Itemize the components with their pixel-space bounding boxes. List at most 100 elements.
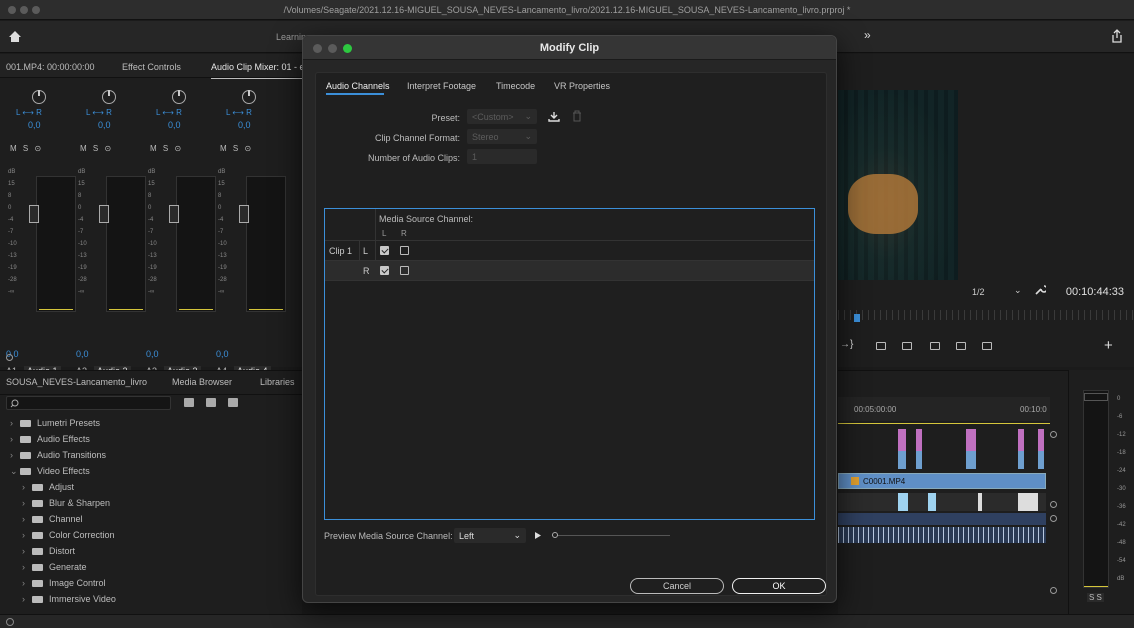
preview-scrub-track[interactable] <box>552 535 670 536</box>
fx-item-distort[interactable]: › Distort <box>22 546 75 556</box>
timeline-clip[interactable] <box>916 451 922 469</box>
pan-value[interactable]: 0,0 <box>168 120 181 130</box>
work-area-bar[interactable] <box>838 423 1050 424</box>
audio-clip[interactable] <box>978 493 982 511</box>
tab-timecode[interactable]: Timecode <box>496 81 535 91</box>
timeline-clip[interactable] <box>898 429 906 451</box>
fx-item-video-effects[interactable]: ⌄ Video Effects <box>10 466 90 477</box>
home-icon[interactable] <box>8 30 22 43</box>
audio-clip[interactable] <box>1018 493 1038 511</box>
save-preset-icon[interactable] <box>548 111 560 122</box>
solo-buttons[interactable]: S S <box>1087 593 1104 602</box>
program-time-ruler[interactable] <box>838 310 1134 320</box>
checkbox-r-to-l[interactable] <box>380 266 389 275</box>
cancel-button[interactable]: Cancel <box>630 578 724 594</box>
tab-project[interactable]: SOUSA_NEVES-Lancamento_livro <box>6 377 147 387</box>
fx-item-audio-transitions[interactable]: › Audio Transitions <box>10 450 106 460</box>
extract-icon[interactable] <box>902 342 912 350</box>
checkbox-r-to-r[interactable] <box>400 266 409 275</box>
timeline-clip[interactable] <box>1018 451 1024 469</box>
more-workspaces-button[interactable]: » <box>864 28 871 42</box>
audio-waveform[interactable] <box>838 527 1046 543</box>
fx-item-channel[interactable]: › Channel <box>22 514 83 524</box>
pan-value[interactable]: 0,0 <box>28 120 41 130</box>
fx-item-blur-sharpen[interactable]: › Blur & Sharpen <box>22 498 110 508</box>
fx-item-generate[interactable]: › Generate <box>22 562 87 572</box>
program-timecode[interactable]: 00:10:44:33 <box>1066 286 1124 298</box>
fx-item-image-control[interactable]: › Image Control <box>22 578 106 588</box>
scroll-handle[interactable] <box>6 354 13 361</box>
status-indicator-icon[interactable] <box>6 618 14 626</box>
resolution-select[interactable]: 1/2 <box>972 287 985 297</box>
audio-clip[interactable] <box>928 493 936 511</box>
checkbox-l-to-l[interactable] <box>380 246 389 255</box>
tab-vr-properties[interactable]: VR Properties <box>554 81 610 91</box>
accelerated-effects-icon[interactable] <box>184 398 194 407</box>
mixer-scrollbar[interactable] <box>6 354 296 362</box>
yuv-effects-icon[interactable] <box>228 398 238 407</box>
audio-clip[interactable] <box>898 493 908 511</box>
preview-channel-select[interactable]: Left ⌄ <box>454 528 526 543</box>
track-scroll-handle[interactable] <box>1050 501 1057 508</box>
volume-fader[interactable] <box>169 205 179 223</box>
pan-knob[interactable] <box>32 90 46 104</box>
pan-value[interactable]: 0,0 <box>238 120 251 130</box>
fx-item-audio-effects[interactable]: › Audio Effects <box>10 434 90 444</box>
ok-button[interactable]: OK <box>732 578 826 594</box>
checkbox-l-to-r[interactable] <box>400 246 409 255</box>
32bit-effects-icon[interactable] <box>206 398 216 407</box>
timeline-clip[interactable] <box>916 429 922 451</box>
play-icon[interactable] <box>534 531 542 540</box>
tab-media-browser[interactable]: Media Browser <box>172 377 232 387</box>
tab-audio-clip-mixer[interactable]: Audio Clip Mixer: 01 - ec <box>211 62 310 79</box>
pan-value[interactable]: 0,0 <box>98 120 111 130</box>
pan-knob[interactable] <box>242 90 256 104</box>
track-scroll-handle[interactable] <box>1050 515 1057 522</box>
fx-item-lumetri-presets[interactable]: › Lumetri Presets <box>10 418 100 428</box>
fx-item-immersive-video[interactable]: › Immersive Video <box>22 594 116 604</box>
audio-track-2[interactable] <box>838 513 1046 525</box>
volume-fader[interactable] <box>29 205 39 223</box>
timeline-clip[interactable] <box>1018 429 1024 451</box>
mute-solo-buttons[interactable]: M S ⊙ <box>80 144 113 153</box>
effects-search-input[interactable] <box>6 396 171 410</box>
timeline-clip[interactable] <box>1038 451 1044 469</box>
fx-item-color-correction[interactable]: › Color Correction <box>22 530 115 540</box>
playhead-marker[interactable] <box>854 314 860 322</box>
comparison-view-icon[interactable] <box>956 342 966 350</box>
tab-source[interactable]: 001.MP4: 00:00:00:00 <box>6 62 95 72</box>
wrench-icon[interactable] <box>1034 284 1046 296</box>
preview-scrub-handle[interactable] <box>552 532 558 538</box>
timeline-zoom-handle[interactable] <box>1050 587 1057 594</box>
tab-effect-controls[interactable]: Effect Controls <box>122 62 181 72</box>
delete-preset-icon[interactable] <box>572 110 582 122</box>
clip-channel-format-select[interactable]: Stereo ⌄ <box>467 129 537 144</box>
timeline-clip[interactable] <box>1038 429 1044 451</box>
tab-audio-channels[interactable]: Audio Channels <box>326 81 390 91</box>
pan-knob[interactable] <box>102 90 116 104</box>
mute-solo-buttons[interactable]: M S ⊙ <box>150 144 183 153</box>
pan-knob[interactable] <box>172 90 186 104</box>
fx-item-adjust[interactable]: › Adjust <box>22 482 74 492</box>
tab-libraries[interactable]: Libraries <box>260 377 295 387</box>
go-to-out-icon[interactable]: →} <box>840 339 853 350</box>
volume-fader[interactable] <box>99 205 109 223</box>
timeline-clip[interactable] <box>966 451 976 469</box>
preset-select[interactable]: <Custom> ⌄ <box>467 109 537 124</box>
volume-fader[interactable] <box>239 205 249 223</box>
track-scroll-handle[interactable] <box>1050 431 1057 438</box>
tab-interpret-footage[interactable]: Interpret Footage <box>407 81 476 91</box>
timeline-clip[interactable] <box>898 451 906 469</box>
multi-camera-icon[interactable] <box>982 342 992 350</box>
camera-icon[interactable] <box>930 342 940 350</box>
mute-solo-buttons[interactable]: M S ⊙ <box>10 144 43 153</box>
number-of-audio-clips-field[interactable]: 1 <box>467 149 537 164</box>
chevron-down-icon[interactable]: ⌄ <box>1014 285 1022 296</box>
video-clip[interactable]: C0001.MP4 <box>838 473 1046 489</box>
peak-indicator[interactable] <box>1084 393 1108 401</box>
share-icon[interactable] <box>1110 29 1124 44</box>
lift-icon[interactable] <box>876 342 886 350</box>
timeline-clip[interactable] <box>966 429 976 451</box>
add-button-icon[interactable]: + <box>1104 337 1113 354</box>
audio-track-1[interactable] <box>838 493 1046 511</box>
